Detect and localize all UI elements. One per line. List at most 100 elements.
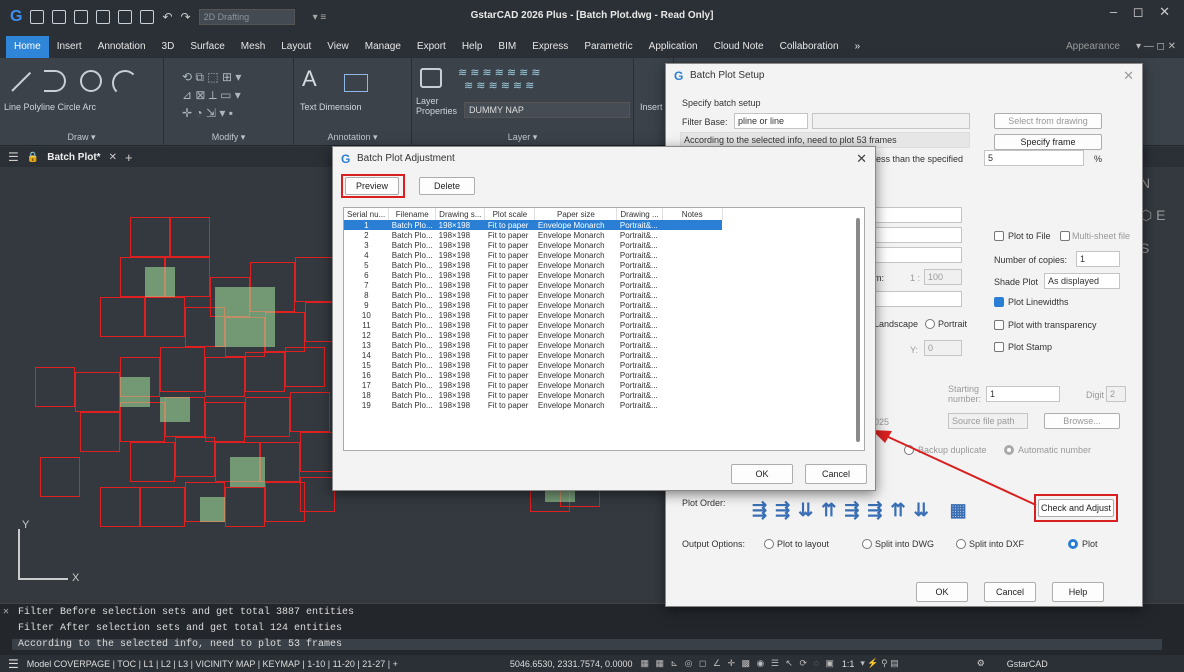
split-dxf-radio[interactable] <box>956 539 966 549</box>
table-row[interactable]: 8 Batch Plo... 198×198 Fit to paper Envelope… <box>344 290 722 300</box>
settings-icon[interactable]: ⚙ <box>977 658 985 669</box>
table-row[interactable]: 11 Batch Plo... 198×198 Fit to paper Envelop… <box>344 320 722 330</box>
y-offset-field[interactable]: 0 <box>924 340 962 356</box>
tab-annotation[interactable]: Annotation <box>90 36 154 58</box>
plot-to-layout-radio[interactable] <box>764 539 774 549</box>
col-drawing-orientation[interactable]: Drawing ... <box>616 208 663 220</box>
layout-tabs[interactable]: Model COVERPAGE | TOC | L1 | L2 | L3 | V… <box>27 659 398 669</box>
circle-icon[interactable] <box>80 70 102 92</box>
portrait-radio[interactable] <box>925 319 935 329</box>
table-row[interactable]: 2 Batch Plo... 198×198 Fit to paper Envelope… <box>344 230 722 240</box>
col-paper-size[interactable]: Paper size <box>534 208 618 220</box>
filter-secondary-select[interactable] <box>812 113 970 129</box>
plot-linewidths-checkbox[interactable] <box>994 297 1004 307</box>
line-icon[interactable] <box>11 71 32 92</box>
tab-3d[interactable]: 3D <box>154 36 183 58</box>
dimension-icon[interactable] <box>344 74 368 92</box>
table-row[interactable]: 19 Batch Plo... 198×198 Fit to paper Envelop… <box>344 400 722 410</box>
viewcube[interactable]: N ⬡ ES <box>1140 175 1180 275</box>
status-menu-icon[interactable]: ☰ <box>0 657 27 671</box>
table-row[interactable]: 9 Batch Plo... 198×198 Fit to paper Envelope… <box>344 300 722 310</box>
col-filename[interactable]: Filename <box>388 208 437 220</box>
window-controls[interactable]: – ◻ ✕ <box>1110 4 1176 20</box>
landscape-option[interactable]: Landscape <box>874 319 918 329</box>
draw-group-label[interactable]: Draw ▾ <box>0 132 163 143</box>
table-row[interactable]: 13 Batch Plo... 198×198 Fit to paper Envelop… <box>344 340 722 350</box>
col-notes[interactable]: Notes <box>662 208 723 220</box>
plot-area-select[interactable] <box>874 247 962 263</box>
shade-plot-select[interactable]: As displayed <box>1044 273 1120 289</box>
new-tab-icon[interactable]: + <box>125 150 133 165</box>
tab-surface[interactable]: Surface <box>182 36 232 58</box>
table-row[interactable]: 16 Batch Plo... 198×198 Fit to paper Envelop… <box>344 370 722 380</box>
table-row[interactable]: 7 Batch Plo... 198×198 Fit to paper Envelope… <box>344 280 722 290</box>
tab-parametric[interactable]: Parametric <box>576 36 640 58</box>
cancel-button[interactable]: Cancel <box>984 582 1036 602</box>
table-row[interactable]: 18 Batch Plo... 198×198 Fit to paper Envelop… <box>344 390 722 400</box>
help-button[interactable]: Help <box>1052 582 1104 602</box>
status-tools-icons[interactable]: ▾ ⚡ ⚲ ▤ <box>860 658 898 669</box>
table-row[interactable]: 12 Batch Plo... 198×198 Fit to paper Envelop… <box>344 330 722 340</box>
drafting-toggles[interactable]: ▦ ▦ ⊾ ◎ ◻ ∠ ✛ ▩ ◉ ☰ ↖ ⟳ ◌ ▣ <box>641 658 836 669</box>
tab-help[interactable]: Help <box>454 36 491 58</box>
plot-radio[interactable] <box>1068 539 1078 549</box>
table-row[interactable]: 15 Batch Plo... 198×198 Fit to paper Envelop… <box>344 360 722 370</box>
table-row[interactable]: 1 Batch Plo... 198×198 Fit to paper Envelope… <box>344 220 723 230</box>
copies-field[interactable]: 1 <box>1076 251 1120 267</box>
tab-export[interactable]: Export <box>409 36 454 58</box>
specify-frame-button[interactable]: Specify frame <box>994 134 1102 150</box>
menu-icon[interactable]: ☰ <box>8 150 19 164</box>
annotation-group-label[interactable]: Annotation ▾ <box>294 132 411 143</box>
ok-button[interactable]: OK <box>916 582 968 602</box>
table-row[interactable]: 10 Batch Plo... 198×198 Fit to paper Envelop… <box>344 310 722 320</box>
select-from-drawing-button[interactable]: Select from drawing <box>994 113 1102 129</box>
close-tab-icon[interactable]: ✕ <box>109 152 117 163</box>
plot-stamp-checkbox[interactable] <box>994 342 1004 352</box>
multi-sheet-checkbox[interactable] <box>1060 231 1070 241</box>
ok-button[interactable]: OK <box>731 464 793 484</box>
layer-tools-icons[interactable]: ≋≋≋≋≋≋≋ ≋≋≋≋≋≋ <box>458 66 544 92</box>
percent-field[interactable]: 5 <box>984 150 1084 166</box>
polyline-icon[interactable] <box>44 70 66 92</box>
table-row[interactable]: 3 Batch Plo... 198×198 Fit to paper Envelope… <box>344 240 722 250</box>
arc-icon[interactable] <box>112 70 138 96</box>
annotation-scale[interactable]: 1:1 <box>842 659 855 669</box>
tab-insert[interactable]: Insert <box>49 36 90 58</box>
command-window[interactable]: ✕ Filter Before selection sets and get t… <box>0 603 1184 655</box>
plot-to-file-checkbox[interactable] <box>994 231 1004 241</box>
table-row[interactable]: 5 Batch Plo... 198×198 Fit to paper Envelope… <box>344 260 722 270</box>
tab-mesh[interactable]: Mesh <box>233 36 273 58</box>
cancel-button[interactable]: Cancel <box>805 464 867 484</box>
scrollbar-thumb[interactable] <box>856 218 860 442</box>
orientation-select[interactable] <box>874 291 962 307</box>
doc-tab-batch-plot[interactable]: Batch Plot* <box>47 152 100 163</box>
tab-more[interactable]: » <box>847 36 869 58</box>
table-row[interactable]: 4 Batch Plo... 198×198 Fit to paper Envelope… <box>344 250 722 260</box>
col-plot-scale[interactable]: Plot scale <box>484 208 536 220</box>
insert-label[interactable]: Insert <box>640 102 663 112</box>
tab-application[interactable]: Application <box>641 36 706 58</box>
starting-number-field[interactable]: 1 <box>986 386 1060 402</box>
layer-group-label[interactable]: Layer ▾ <box>412 132 633 143</box>
tab-collaboration[interactable]: Collaboration <box>772 36 847 58</box>
modify-group-label[interactable]: Modify ▾ <box>164 132 293 143</box>
filter-base-select[interactable]: pline or line <box>734 113 808 129</box>
digit-field[interactable]: 2 <box>1106 386 1126 402</box>
layer-properties-icon[interactable] <box>420 68 442 88</box>
close-command-icon[interactable]: ✕ <box>3 606 9 618</box>
tab-home[interactable]: Home <box>6 36 49 58</box>
ribbon-window-controls[interactable]: ▾ — ◻ ✕ <box>1128 36 1184 58</box>
tab-express[interactable]: Express <box>524 36 576 58</box>
table-row[interactable]: 6 Batch Plo... 198×198 Fit to paper Envelope… <box>344 270 722 280</box>
close-icon[interactable]: ✕ <box>1123 68 1134 84</box>
frame-list[interactable]: Serial nu... Filename Drawing s... Plot … <box>343 207 865 451</box>
transparency-checkbox[interactable] <box>994 320 1004 330</box>
tab-manage[interactable]: Manage <box>357 36 409 58</box>
col-drawing-size[interactable]: Drawing s... <box>435 208 486 220</box>
current-layer-select[interactable]: DUMMY NAP <box>464 102 630 118</box>
scale-field[interactable]: 100 <box>924 269 962 285</box>
printer-select[interactable] <box>874 207 962 223</box>
tab-view[interactable]: View <box>319 36 357 58</box>
table-row[interactable]: 17 Batch Plo... 198×198 Fit to paper Envelop… <box>344 380 722 390</box>
delete-button[interactable]: Delete <box>419 177 475 195</box>
